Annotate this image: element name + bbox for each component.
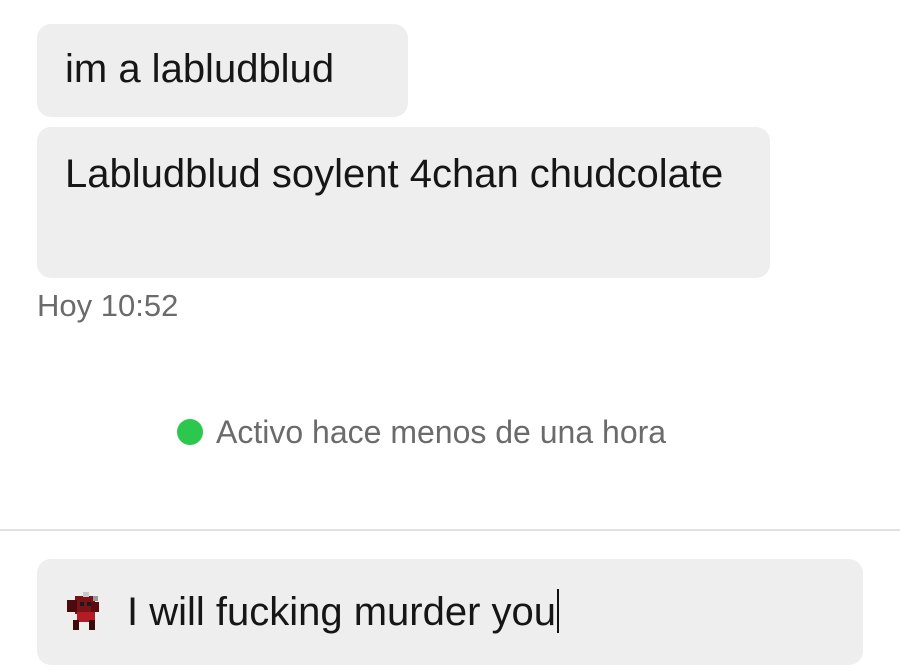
activity-status-text: Activo hace menos de una hora	[216, 414, 667, 450]
message-bubble: im a labludblud	[37, 24, 408, 117]
message-timestamp: Hoy 10:52	[37, 288, 179, 323]
online-status-dot-icon	[177, 419, 203, 445]
message-text: im a labludblud	[65, 47, 335, 91]
user-avatar-icon	[63, 590, 103, 634]
text-caret	[557, 589, 560, 633]
composer-divider	[0, 529, 900, 531]
message-text: Labludblud soylent 4chan chudcolate	[65, 152, 724, 196]
message-input[interactable]: I will fucking murder you	[127, 587, 560, 637]
message-bubble: Labludblud soylent 4chan chudcolate	[37, 127, 770, 278]
message-composer[interactable]: I will fucking murder you	[37, 559, 863, 665]
activity-status: Activo hace menos de una hora	[177, 412, 666, 452]
